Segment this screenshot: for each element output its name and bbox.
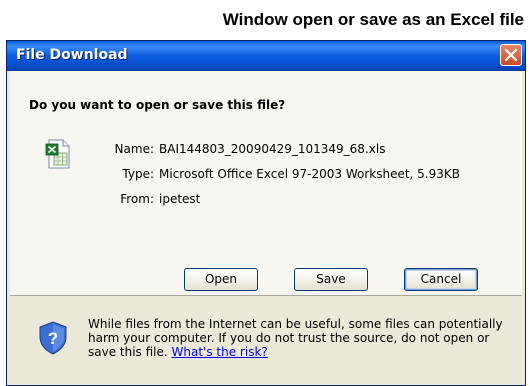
warning-line-1: While files from the Internet can be use… (88, 317, 503, 331)
shield-question-icon: ? (39, 321, 67, 355)
file-name-value: BAI144803_20090429_101349_68.xls (159, 142, 386, 156)
file-source-value: ipetest (159, 192, 201, 206)
file-download-dialog: File Download Do you want to open or sav… (6, 40, 526, 386)
from-label: From: (120, 192, 154, 206)
warning-line-2: harm your computer. If you do not trust … (88, 331, 490, 345)
type-label: Type: (122, 167, 154, 181)
warning-line-3: save this file. (88, 345, 172, 359)
excel-file-icon (45, 139, 70, 169)
security-warning-panel: ? While files from the Internet can be u… (10, 296, 522, 382)
close-button[interactable] (500, 44, 522, 66)
page-caption: Window open or save as an Excel file (222, 10, 524, 29)
security-warning-text: While files from the Internet can be use… (88, 317, 508, 359)
svg-text:?: ? (48, 329, 58, 348)
main-panel: Do you want to open or save this file? N… (10, 71, 522, 296)
save-button[interactable]: Save (294, 268, 368, 291)
close-icon (505, 49, 517, 61)
name-label: Name: (114, 142, 154, 156)
file-type-value: Microsoft Office Excel 97-2003 Worksheet… (159, 167, 460, 181)
whats-the-risk-link[interactable]: What's the risk? (172, 345, 268, 359)
title-bar[interactable]: File Download (7, 41, 525, 71)
open-button[interactable]: Open (184, 268, 258, 291)
question-text: Do you want to open or save this file? (29, 98, 286, 112)
cancel-button[interactable]: Cancel (404, 268, 478, 291)
dialog-title: File Download (16, 47, 128, 63)
